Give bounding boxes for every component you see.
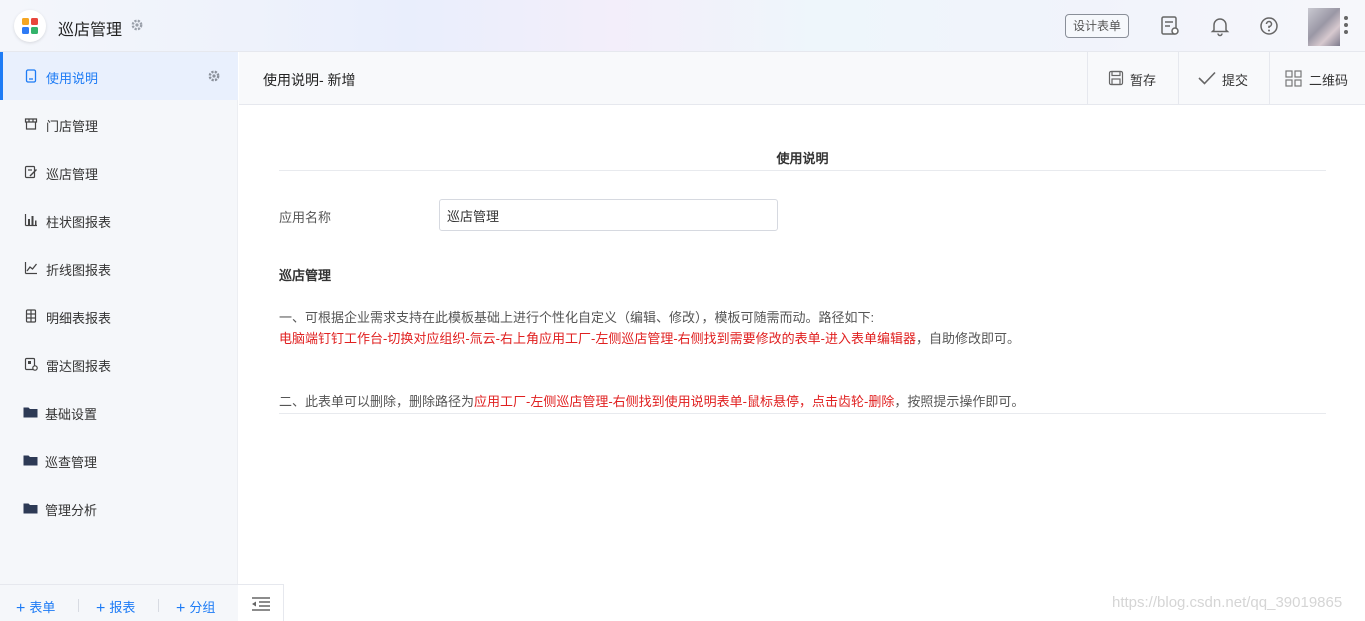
guide-paragraph-2: 二、此表单可以删除，删除路径为应用工厂-左侧巡店管理-右侧找到使用说明表单-鼠标… — [279, 394, 1025, 409]
main-header: 使用说明- 新增 暂存 提交 二维码 — [239, 52, 1365, 105]
gear-icon[interactable] — [130, 18, 144, 35]
sidebar-item-basic-settings[interactable]: 基础设置 — [0, 388, 238, 436]
section-title: 使用说明 — [776, 151, 829, 166]
detail-table-icon — [24, 309, 38, 323]
form-list-icon[interactable] — [1159, 15, 1181, 37]
sidebar-item-label: 使用说明 — [46, 71, 99, 86]
qrcode-icon — [1285, 70, 1302, 87]
add-report-button[interactable]: + 报表 — [96, 597, 135, 617]
sidebar-item-label: 雷达图报表 — [46, 359, 112, 374]
sidebar-item-label: 柱状图报表 — [46, 215, 112, 230]
store-icon — [24, 117, 38, 131]
folder-icon — [23, 501, 38, 515]
watermark: https://blog.csdn.net/qq_39019865 — [1112, 594, 1343, 611]
sidebar-item-store-management[interactable]: 门店管理 — [0, 100, 238, 148]
design-form-button[interactable]: 设计表单 — [1065, 14, 1130, 38]
guide-paragraph-1-line-1: 一、可根据企业需求支持在此模板基础上进行个性化自定义（编辑、修改），模板可随需而… — [279, 310, 875, 325]
folder-icon — [23, 405, 38, 419]
sidebar: 使用说明 门店管理 巡店管理 柱状图报表 折线图报表 明细表报表 雷达图报表 基… — [0, 52, 238, 621]
sidebar-item-label: 门店管理 — [46, 119, 99, 134]
sidebar-item-label: 明细表报表 — [46, 311, 112, 326]
submit-button[interactable]: 提交 — [1178, 52, 1269, 104]
collapse-menu-icon — [252, 597, 270, 611]
edit-form-icon — [24, 165, 38, 179]
delete-path-highlight: 应用工厂-左侧巡店管理-右侧找到使用说明表单-鼠标悬停，点击齿轮-删除 — [474, 394, 895, 409]
document-icon — [24, 69, 38, 83]
save-draft-button[interactable]: 暂存 — [1087, 52, 1178, 104]
top-bar: 巡店管理 设计表单 — [0, 0, 1365, 52]
add-form-button[interactable]: + 表单 — [16, 597, 55, 617]
save-icon — [1108, 70, 1124, 86]
app-name-input[interactable] — [439, 199, 778, 231]
sidebar-item-patrol-management[interactable]: 巡店管理 — [0, 148, 238, 196]
sidebar-item-usage-guide[interactable]: 使用说明 — [0, 52, 238, 100]
section-divider — [279, 170, 1326, 171]
guide-subtitle: 巡店管理 — [279, 268, 332, 283]
plus-icon: + — [16, 600, 26, 617]
sidebar-item-line-chart-report[interactable]: 折线图报表 — [0, 244, 238, 292]
app-grid-logo-icon[interactable] — [14, 10, 46, 42]
line-chart-icon — [24, 261, 38, 275]
sidebar-item-label: 巡查管理 — [45, 455, 98, 470]
guide-paragraph-1-line-2: 电脑端钉钉工作台-切换对应组织-氚云-右上角应用工厂-左侧巡店管理-右侧找到需要… — [279, 331, 1020, 346]
app-name-label: 应用名称 — [279, 210, 332, 225]
sidebar-item-label: 折线图报表 — [46, 263, 112, 278]
avatar[interactable] — [1308, 8, 1340, 46]
check-icon — [1198, 71, 1216, 85]
plus-icon: + — [176, 600, 186, 617]
more-vertical-icon[interactable] — [1344, 16, 1350, 38]
sidebar-item-label: 巡店管理 — [46, 167, 99, 182]
sidebar-item-bar-chart-report[interactable]: 柱状图报表 — [0, 196, 238, 244]
sidebar-item-label: 基础设置 — [45, 407, 98, 422]
sidebar-item-management-analysis[interactable]: 管理分析 — [0, 484, 238, 532]
qrcode-button[interactable]: 二维码 — [1269, 52, 1365, 104]
app-title: 巡店管理 — [58, 22, 123, 39]
sidebar-item-radar-chart-report[interactable]: 雷达图报表 — [0, 340, 238, 388]
bell-icon[interactable] — [1209, 15, 1231, 37]
sidebar-item-label: 管理分析 — [45, 503, 98, 518]
content-divider — [279, 413, 1326, 414]
add-group-button[interactable]: + 分组 — [176, 597, 215, 617]
sidebar-item-detail-table-report[interactable]: 明细表报表 — [0, 292, 238, 340]
bar-chart-icon — [24, 213, 38, 227]
page-title: 使用说明- 新增 — [263, 72, 356, 88]
help-circle-icon[interactable] — [1258, 15, 1280, 37]
sidebar-footer: + 表单 + 报表 + 分组 — [0, 584, 238, 621]
guide-path-highlight: 电脑端钉钉工作台-切换对应组织-氚云-右上角应用工厂-左侧巡店管理-右侧找到需要… — [279, 331, 916, 346]
sidebar-item-inspection-management[interactable]: 巡查管理 — [0, 436, 238, 484]
plus-icon: + — [96, 600, 106, 617]
folder-icon — [23, 453, 38, 467]
collapse-sidebar-button[interactable] — [238, 584, 284, 621]
gear-icon[interactable] — [207, 69, 221, 86]
radar-chart-icon — [24, 357, 38, 371]
